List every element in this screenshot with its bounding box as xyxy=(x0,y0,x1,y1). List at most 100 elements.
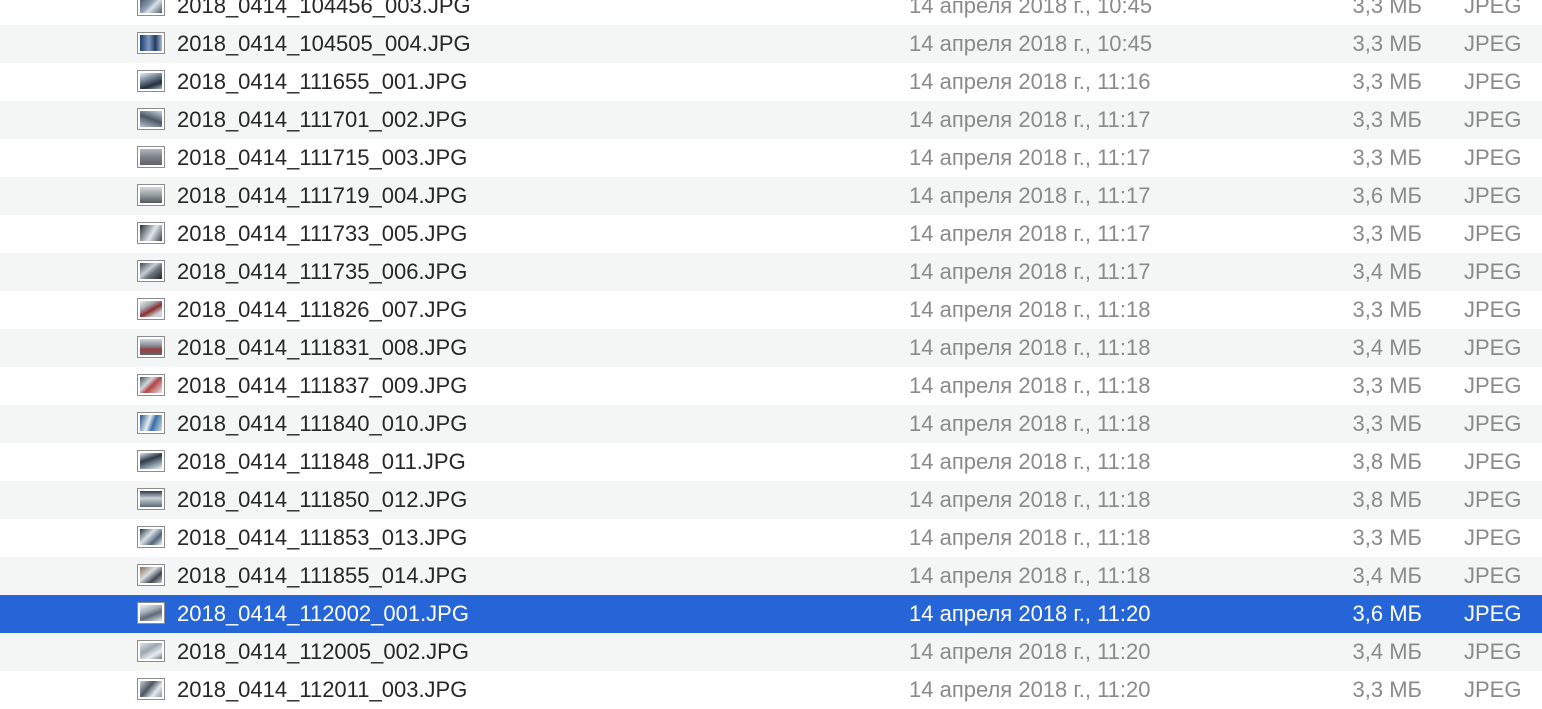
file-date-modified: 14 апреля 2018 г., 10:45 xyxy=(909,0,1153,18)
image-thumbnail-icon xyxy=(137,374,165,396)
file-name: 2018_0414_104456_003.JPG xyxy=(177,0,471,18)
file-kind: JPEG xyxy=(1464,31,1522,56)
file-kind: JPEG xyxy=(1464,563,1522,588)
image-thumbnail-icon xyxy=(137,108,165,130)
file-size: 3,4 МБ xyxy=(1352,639,1422,664)
file-kind: JPEG xyxy=(1464,525,1522,550)
file-size: 3,3 МБ xyxy=(1352,373,1422,398)
file-row[interactable]: 2018_0414_111701_002.JPG 14 апреля 2018 г… xyxy=(0,101,1542,139)
file-size: 3,3 МБ xyxy=(1352,0,1422,18)
file-name: 2018_0414_111837_009.JPG xyxy=(177,373,468,398)
file-row[interactable]: 2018_0414_111855_014.JPG 14 апреля 2018 г… xyxy=(0,557,1542,595)
file-size: 3,8 МБ xyxy=(1352,449,1422,474)
file-name: 2018_0414_111701_002.JPG xyxy=(177,107,468,132)
file-size: 3,4 МБ xyxy=(1352,563,1422,588)
file-name: 2018_0414_111715_003.JPG xyxy=(177,145,468,170)
file-name: 2018_0414_111655_001.JPG xyxy=(177,69,468,94)
file-name: 2018_0414_111733_005.JPG xyxy=(177,221,468,246)
file-kind: JPEG xyxy=(1464,449,1522,474)
file-kind: JPEG xyxy=(1464,0,1522,18)
file-date-modified: 14 апреля 2018 г., 11:16 xyxy=(909,69,1151,94)
file-name: 2018_0414_112005_002.JPG xyxy=(177,639,469,664)
image-thumbnail-icon xyxy=(137,146,165,168)
file-date-modified: 14 апреля 2018 г., 11:18 xyxy=(909,297,1151,322)
file-name: 2018_0414_112011_003.JPG xyxy=(177,677,468,702)
file-kind: JPEG xyxy=(1464,373,1522,398)
file-size: 3,3 МБ xyxy=(1352,31,1422,56)
file-kind: JPEG xyxy=(1464,183,1522,208)
file-kind: JPEG xyxy=(1464,107,1522,132)
file-date-modified: 14 апреля 2018 г., 11:18 xyxy=(909,487,1151,512)
file-row[interactable]: 2018_0414_111719_004.JPG 14 апреля 2018 г… xyxy=(0,177,1542,215)
file-kind: JPEG xyxy=(1464,639,1522,664)
file-kind: JPEG xyxy=(1464,677,1522,702)
file-date-modified: 14 апреля 2018 г., 11:18 xyxy=(909,373,1151,398)
file-kind: JPEG xyxy=(1464,601,1522,626)
file-kind: JPEG xyxy=(1464,145,1522,170)
file-row[interactable]: 2018_0414_111837_009.JPG 14 апреля 2018 г… xyxy=(0,367,1542,405)
image-thumbnail-icon xyxy=(137,222,165,244)
file-row[interactable]: 2018_0414_112005_002.JPG 14 апреля 2018 г… xyxy=(0,633,1542,671)
file-date-modified: 14 апреля 2018 г., 11:20 xyxy=(909,677,1151,702)
file-name: 2018_0414_111735_006.JPG xyxy=(177,259,468,284)
file-date-modified: 14 апреля 2018 г., 11:17 xyxy=(909,145,1151,170)
file-row[interactable]: 2018_0414_111826_007.JPG 14 апреля 2018 г… xyxy=(0,291,1542,329)
file-kind: JPEG xyxy=(1464,411,1522,436)
file-date-modified: 14 апреля 2018 г., 10:45 xyxy=(909,31,1153,56)
image-thumbnail-icon xyxy=(137,0,165,16)
file-date-modified: 14 апреля 2018 г., 11:18 xyxy=(909,525,1151,550)
file-size: 3,3 МБ xyxy=(1352,411,1422,436)
image-thumbnail-icon xyxy=(137,450,165,472)
file-size: 3,3 МБ xyxy=(1352,69,1422,94)
file-date-modified: 14 апреля 2018 г., 11:20 xyxy=(909,601,1151,626)
file-date-modified: 14 апреля 2018 г., 11:20 xyxy=(909,639,1151,664)
image-thumbnail-icon xyxy=(137,298,165,320)
file-date-modified: 14 апреля 2018 г., 11:17 xyxy=(909,107,1151,132)
file-name: 2018_0414_111719_004.JPG xyxy=(177,183,468,208)
image-thumbnail-icon xyxy=(137,526,165,548)
file-row[interactable]: 2018_0414_111735_006.JPG 14 апреля 2018 г… xyxy=(0,253,1542,291)
file-row[interactable]: 2018_0414_112011_003.JPG 14 апреля 2018 г… xyxy=(0,671,1542,709)
file-size: 3,3 МБ xyxy=(1352,107,1422,132)
file-kind: JPEG xyxy=(1464,335,1522,360)
image-thumbnail-icon xyxy=(137,488,165,510)
file-size: 3,3 МБ xyxy=(1352,525,1422,550)
file-row[interactable]: 2018_0414_104505_004.JPG 14 апреля 2018 г… xyxy=(0,25,1542,63)
file-row[interactable]: 2018_0414_111848_011.JPG 14 апреля 2018 г… xyxy=(0,443,1542,481)
file-size: 3,6 МБ xyxy=(1352,601,1422,626)
file-size: 3,3 МБ xyxy=(1352,145,1422,170)
file-row[interactable]: 2018_0414_112002_001.JPG 14 апреля 2018 г… xyxy=(0,595,1542,633)
file-name: 2018_0414_111840_010.JPG xyxy=(177,411,468,436)
file-kind: JPEG xyxy=(1464,221,1522,246)
file-date-modified: 14 апреля 2018 г., 11:18 xyxy=(909,563,1151,588)
file-size: 3,3 МБ xyxy=(1352,297,1422,322)
file-row[interactable]: 2018_0414_104456_003.JPG 14 апреля 2018 г… xyxy=(0,0,1542,25)
file-row[interactable]: 2018_0414_111715_003.JPG 14 апреля 2018 г… xyxy=(0,139,1542,177)
file-row[interactable]: 2018_0414_111850_012.JPG 14 апреля 2018 г… xyxy=(0,481,1542,519)
file-name: 2018_0414_111850_012.JPG xyxy=(177,487,468,512)
image-thumbnail-icon xyxy=(137,678,165,700)
file-name: 2018_0414_111853_013.JPG xyxy=(177,525,468,550)
file-size: 3,3 МБ xyxy=(1352,677,1422,702)
image-thumbnail-icon xyxy=(137,70,165,92)
file-row[interactable]: 2018_0414_111853_013.JPG 14 апреля 2018 г… xyxy=(0,519,1542,557)
file-date-modified: 14 апреля 2018 г., 11:17 xyxy=(909,259,1151,284)
file-name: 2018_0414_104505_004.JPG xyxy=(177,31,471,56)
file-row[interactable]: 2018_0414_111831_008.JPG 14 апреля 2018 г… xyxy=(0,329,1542,367)
file-size: 3,4 МБ xyxy=(1352,335,1422,360)
file-list[interactable]: 2018_0414_104456_003.JPG 14 апреля 2018 г… xyxy=(0,0,1542,709)
file-name: 2018_0414_111826_007.JPG xyxy=(177,297,468,322)
file-date-modified: 14 апреля 2018 г., 11:18 xyxy=(909,335,1151,360)
file-kind: JPEG xyxy=(1464,259,1522,284)
file-kind: JPEG xyxy=(1464,487,1522,512)
file-name: 2018_0414_112002_001.JPG xyxy=(177,601,469,626)
image-thumbnail-icon xyxy=(137,564,165,586)
file-kind: JPEG xyxy=(1464,297,1522,322)
file-kind: JPEG xyxy=(1464,69,1522,94)
file-row[interactable]: 2018_0414_111655_001.JPG 14 апреля 2018 г… xyxy=(0,63,1542,101)
file-size: 3,3 МБ xyxy=(1352,221,1422,246)
file-row[interactable]: 2018_0414_111733_005.JPG 14 апреля 2018 г… xyxy=(0,215,1542,253)
file-size: 3,8 МБ xyxy=(1352,487,1422,512)
file-row[interactable]: 2018_0414_111840_010.JPG 14 апреля 2018 г… xyxy=(0,405,1542,443)
image-thumbnail-icon xyxy=(137,602,165,624)
